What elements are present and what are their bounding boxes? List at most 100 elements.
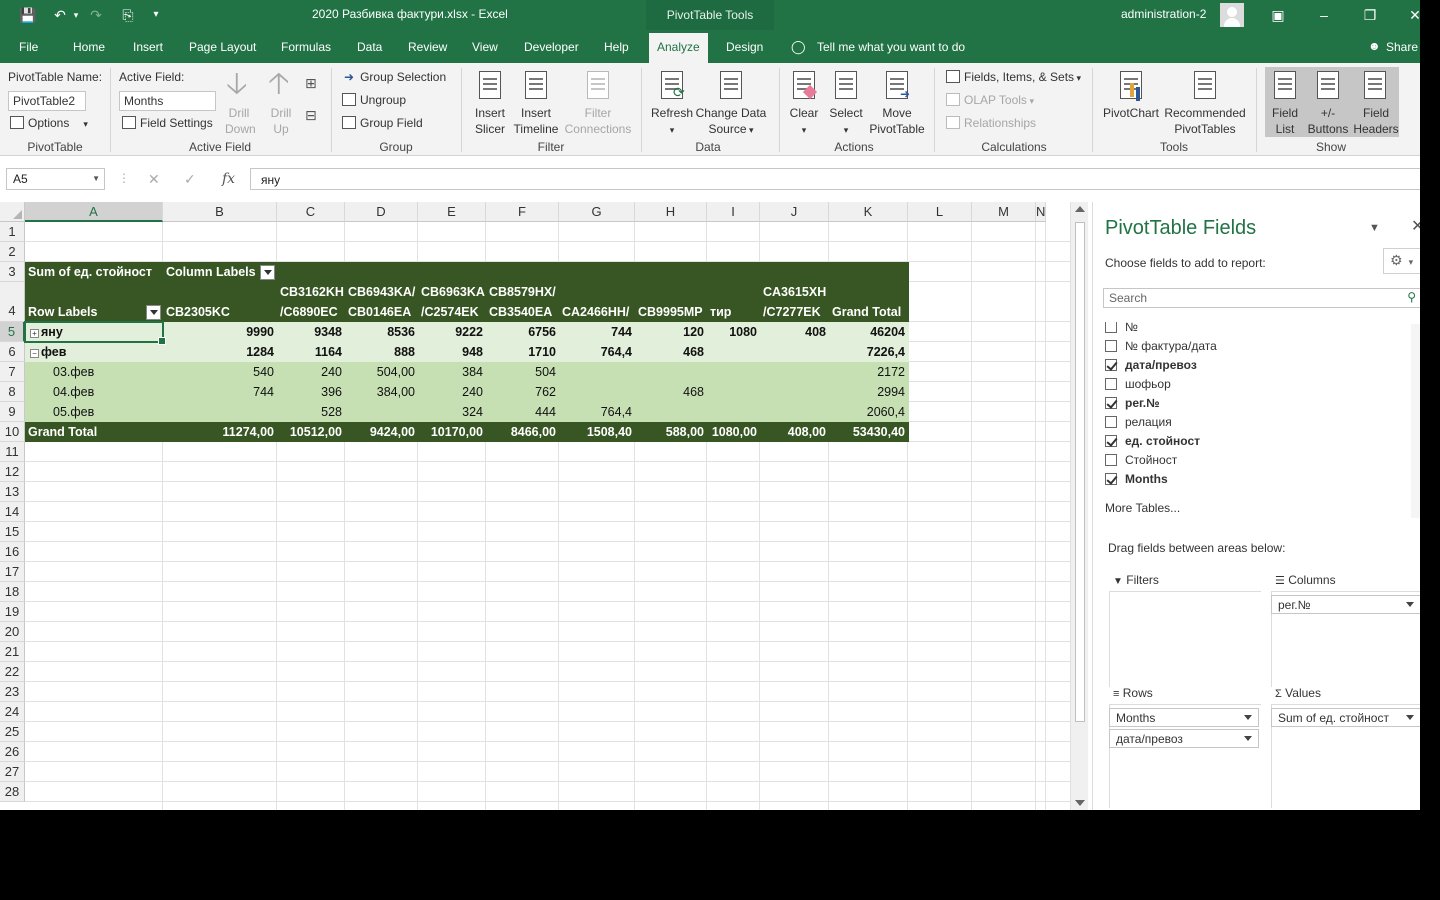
field-item[interactable]: № фактура/дата — [1105, 339, 1217, 358]
active-field-input[interactable]: Months — [119, 91, 216, 111]
column-header-c[interactable]: C — [277, 202, 345, 222]
plus-minus-buttons-button[interactable]: +/- Buttons — [1304, 105, 1352, 137]
field-checkbox[interactable] — [1105, 340, 1117, 352]
tab-developer[interactable]: Developer — [524, 40, 579, 54]
pivot-value-cell[interactable]: 396 — [277, 382, 345, 402]
row-header-1[interactable]: 1 — [0, 222, 25, 242]
clear-button[interactable]: Clear ▾ — [784, 105, 824, 138]
pivot-row-labels[interactable]: Row Labels — [25, 302, 163, 322]
column-header-l[interactable]: L — [908, 202, 972, 222]
tab-home[interactable]: Home — [73, 40, 105, 54]
pivot-value-cell[interactable]: 2172 — [829, 362, 908, 382]
tab-page-layout[interactable]: Page Layout — [189, 40, 256, 54]
tab-help[interactable]: Help — [604, 40, 629, 54]
scroll-down-icon[interactable] — [1075, 800, 1085, 806]
pivot-value-cell[interactable]: 7226,4 — [829, 342, 908, 362]
row-header-13[interactable]: 13 — [0, 482, 25, 502]
row-header-26[interactable]: 26 — [0, 742, 25, 762]
columns-area[interactable]: ☰ Columns рег.№ — [1269, 573, 1420, 687]
pivot-value-cell[interactable]: 120 — [635, 322, 707, 342]
scroll-up-icon[interactable] — [1075, 206, 1085, 212]
fields-items-sets-button[interactable]: Fields, Items, & Sets ▾ — [946, 70, 1081, 84]
pivot-column-header[interactable]: /C6890EC — [280, 305, 338, 319]
row-header-28[interactable]: 28 — [0, 782, 25, 802]
field-checkbox[interactable] — [1105, 416, 1117, 428]
field-item[interactable]: шофьор — [1105, 377, 1171, 396]
pivot-value-cell[interactable]: 444 — [486, 402, 559, 422]
select-all-button[interactable] — [0, 202, 25, 222]
row-header-21[interactable]: 21 — [0, 642, 25, 662]
pivot-row-label[interactable]: 04.фев — [25, 382, 163, 402]
pivot-value-cell[interactable]: 764,4 — [559, 402, 635, 422]
field-item[interactable]: ед. стойност — [1105, 434, 1200, 453]
formula-input[interactable]: яну — [250, 168, 1420, 190]
row-header-3[interactable]: 3 — [0, 262, 25, 282]
grand-total-cell[interactable]: 53430,40 — [829, 422, 908, 442]
field-checkbox[interactable] — [1105, 397, 1117, 409]
pivot-column-header[interactable]: CB0146EA — [348, 305, 411, 319]
pivot-row-label[interactable]: 05.фев — [25, 402, 163, 422]
row-header-23[interactable]: 23 — [0, 682, 25, 702]
field-checkbox[interactable] — [1105, 435, 1117, 447]
row-header-17[interactable]: 17 — [0, 562, 25, 582]
field-settings-button[interactable]: Field Settings — [122, 116, 213, 130]
column-header-a[interactable]: A — [25, 202, 163, 222]
pivot-column-header[interactable]: CB2305KC — [166, 305, 230, 319]
pivot-value-cell[interactable]: 408 — [760, 322, 829, 342]
row-header-5[interactable]: 5 — [0, 322, 25, 342]
collapse-icon[interactable]: − — [30, 349, 39, 358]
column-header-e[interactable]: E — [418, 202, 486, 222]
field-list-button[interactable]: Field List — [1266, 105, 1304, 137]
row-header-25[interactable]: 25 — [0, 722, 25, 742]
field-item[interactable]: рег.№ — [1105, 396, 1160, 415]
restore-icon[interactable]: ❐ — [1360, 5, 1380, 25]
field-item[interactable]: Стойност — [1105, 453, 1177, 472]
field-list-scrollbar[interactable] — [1411, 324, 1420, 518]
pivot-value-cell[interactable]: 46204 — [829, 322, 908, 342]
relationships-button[interactable]: Relationships — [946, 116, 1036, 130]
pivot-value-label[interactable]: Sum of ед. стойност — [25, 262, 163, 282]
pivot-value-cell[interactable] — [559, 382, 635, 402]
grand-total-cell[interactable]: 9424,00 — [345, 422, 418, 442]
ribbon-display-options-icon[interactable]: ▣ — [1268, 5, 1288, 25]
pivot-value-cell[interactable]: 764,4 — [559, 342, 635, 362]
pivot-value-cell[interactable]: 948 — [418, 342, 486, 362]
row-header-12[interactable]: 12 — [0, 462, 25, 482]
pivot-value-cell[interactable]: 2060,4 — [829, 402, 908, 422]
save-icon[interactable]: 💾 — [18, 6, 38, 24]
recommended-pivottables-button[interactable]: Recommended PivotTables — [1162, 105, 1248, 137]
avatar[interactable] — [1220, 3, 1244, 27]
pivot-value-cell[interactable]: 9990 — [163, 322, 277, 342]
pivot-value-cell[interactable] — [760, 382, 829, 402]
drill-down-button[interactable]: Drill Down — [225, 105, 256, 137]
name-box[interactable]: A5 ▼ — [6, 168, 105, 190]
row-header-14[interactable]: 14 — [0, 502, 25, 522]
refresh-button[interactable]: Refresh ▾ — [650, 105, 694, 138]
rows-field-chip[interactable]: дата/превоз — [1109, 729, 1259, 748]
pivot-value-cell[interactable]: 240 — [418, 382, 486, 402]
redo-icon[interactable]: ↷ — [86, 6, 106, 24]
tab-review[interactable]: Review — [408, 40, 447, 54]
column-header-f[interactable]: F — [486, 202, 559, 222]
row-header-10[interactable]: 10 — [0, 422, 25, 442]
pivot-value-cell[interactable]: 762 — [486, 382, 559, 402]
pivot-column-header[interactable]: CB3540EA — [489, 305, 552, 319]
grand-total-cell[interactable]: 11274,00 — [163, 422, 277, 442]
pivot-value-cell[interactable]: 9222 — [418, 322, 486, 342]
pivotchart-button[interactable]: PivotChart — [1100, 105, 1162, 121]
row-header-7[interactable]: 7 — [0, 362, 25, 382]
columns-field-chip[interactable]: рег.№ — [1271, 595, 1420, 614]
pivot-value-cell[interactable]: 2994 — [829, 382, 908, 402]
insert-timeline-button[interactable]: Insert Timeline — [511, 105, 561, 137]
field-item[interactable]: № — [1105, 322, 1138, 339]
filters-drop-zone[interactable] — [1109, 591, 1261, 687]
grand-total-cell[interactable]: 1508,40 — [559, 422, 635, 442]
pivot-value-cell[interactable]: 384,00 — [345, 382, 418, 402]
olap-tools-button[interactable]: OLAP Tools ▾ — [946, 93, 1034, 107]
pivot-column-header[interactable]: /C2574EK — [421, 305, 479, 319]
customize-qat-icon[interactable]: ▾ — [146, 6, 166, 24]
pivot-value-cell[interactable] — [345, 402, 418, 422]
pivottable-name-input[interactable]: PivotTable2 — [8, 91, 86, 111]
more-tables-link[interactable]: More Tables... — [1105, 501, 1180, 515]
values-field-chip[interactable]: Sum of ед. стойност — [1271, 708, 1420, 727]
